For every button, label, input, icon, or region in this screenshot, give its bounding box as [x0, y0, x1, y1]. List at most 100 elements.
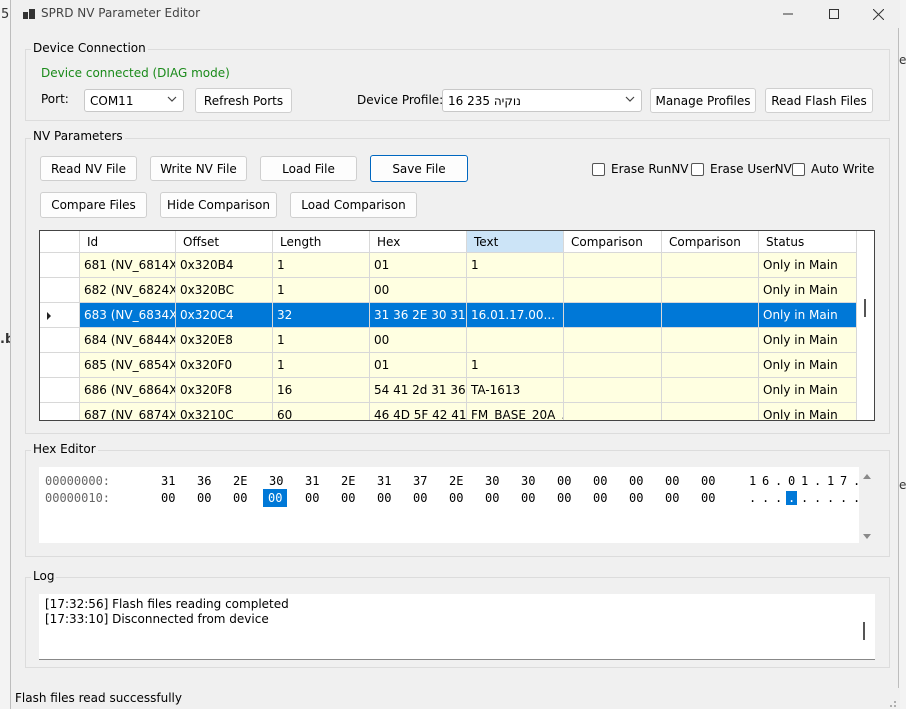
row-header[interactable]	[40, 328, 80, 353]
hex-ascii-char[interactable]: 0	[788, 474, 795, 488]
resize-grip-icon[interactable]	[885, 696, 897, 708]
cell-status[interactable]: Only in Main	[759, 353, 857, 378]
column-header-hex[interactable]: Hex	[370, 231, 467, 253]
cell-hex[interactable]: 00	[370, 278, 467, 303]
cell-comparison-1[interactable]	[564, 403, 662, 420]
cell-comparison-1[interactable]	[564, 378, 662, 403]
log-textbox[interactable]: [17:32:56] Flash files reading completed…	[39, 594, 875, 660]
hex-byte[interactable]: 00	[557, 474, 571, 488]
hex-byte[interactable]: 31	[161, 474, 175, 488]
cell-offset[interactable]: 0x3210C	[176, 403, 273, 420]
cell-length[interactable]: 1	[273, 328, 370, 353]
write-nv-file-button[interactable]: Write NV File	[150, 156, 247, 181]
cell-comparison-2[interactable]	[662, 353, 759, 378]
cell-length[interactable]: 60	[273, 403, 370, 420]
column-header-text[interactable]: Text	[467, 231, 564, 253]
read-flash-files-button[interactable]: Read Flash Files	[765, 88, 873, 113]
refresh-ports-button[interactable]: Refresh Ports	[195, 88, 292, 113]
cell-text[interactable]: 1	[467, 253, 564, 278]
hex-ascii-char[interactable]: .	[762, 491, 769, 505]
hex-ascii-char[interactable]: 1	[801, 474, 808, 488]
cell-hex[interactable]: 46 4D 5F 42 41 ...	[370, 403, 467, 420]
hex-ascii-char[interactable]: 6	[762, 474, 769, 488]
scrollbar-thumb[interactable]	[864, 299, 866, 317]
minimize-button[interactable]	[765, 0, 811, 28]
hex-byte[interactable]: 30	[269, 474, 283, 488]
cell-id[interactable]: 681 (NV_6814X)	[80, 253, 176, 278]
cell-status[interactable]: Only in Main	[759, 278, 857, 303]
hex-ascii-char[interactable]: .	[749, 491, 756, 505]
scrollbar-thumb[interactable]	[863, 622, 865, 640]
hex-byte[interactable]: 00	[629, 474, 643, 488]
hex-byte[interactable]: 00	[629, 491, 643, 505]
hex-byte[interactable]: 30	[521, 474, 535, 488]
hex-ascii-char[interactable]: 1	[827, 474, 834, 488]
cell-offset[interactable]: 0x320F8	[176, 378, 273, 403]
log-scrollbar[interactable]	[855, 594, 875, 658]
hex-byte[interactable]: 2E	[449, 474, 463, 488]
cell-length[interactable]: 1	[273, 253, 370, 278]
cell-comparison-2[interactable]	[662, 253, 759, 278]
read-nv-file-button[interactable]: Read NV File	[40, 156, 137, 181]
row-header[interactable]	[40, 253, 80, 278]
cell-status[interactable]: Only in Main	[759, 378, 857, 403]
cell-text[interactable]: 16.01.17.00...	[467, 303, 564, 328]
hex-byte[interactable]: 00	[521, 491, 535, 505]
cell-text[interactable]: FM_BASE_20A_...	[467, 403, 564, 420]
cell-comparison-1[interactable]	[564, 278, 662, 303]
cell-comparison-1[interactable]	[564, 353, 662, 378]
erase-usernv-checkbox[interactable]: Erase UserNV	[691, 162, 792, 176]
hex-scrollbar[interactable]	[861, 470, 873, 544]
hex-ascii-char[interactable]: .	[827, 491, 834, 505]
cell-length[interactable]: 16	[273, 378, 370, 403]
cell-id[interactable]: 687 (NV_6874X)	[80, 403, 176, 420]
hex-editor-view[interactable]: 00000000: 31 36 2E 30 31 2E 31 37 2E 30 30 00 00 00 00 0…	[39, 467, 860, 543]
hex-byte[interactable]: 00	[377, 491, 391, 505]
hex-ascii-char[interactable]: .	[814, 474, 821, 488]
cell-id[interactable]: 686 (NV_6864X)	[80, 378, 176, 403]
compare-files-button[interactable]: Compare Files	[40, 192, 147, 218]
cell-offset[interactable]: 0x320B4	[176, 253, 273, 278]
hex-byte[interactable]: 00	[593, 474, 607, 488]
cell-hex[interactable]: 54 41 2d 31 36 ...	[370, 378, 467, 403]
hex-ascii-char[interactable]: .	[814, 491, 821, 505]
hex-ascii-char[interactable]: .	[801, 491, 808, 505]
hex-byte[interactable]: 31	[377, 474, 391, 488]
cell-text[interactable]: 1	[467, 353, 564, 378]
hex-byte[interactable]: 00	[701, 491, 715, 505]
hex-byte[interactable]: 00	[665, 474, 679, 488]
load-comparison-button[interactable]: Load Comparison	[290, 192, 417, 218]
close-button[interactable]	[855, 0, 901, 28]
cell-comparison-2[interactable]	[662, 328, 759, 353]
manage-profiles-button[interactable]: Manage Profiles	[650, 88, 756, 113]
hex-byte[interactable]: 00	[413, 491, 427, 505]
erase-runnv-checkbox[interactable]: Erase RunNV	[592, 162, 689, 176]
auto-write-checkbox[interactable]: Auto Write	[792, 162, 874, 176]
cell-length[interactable]: 32	[273, 303, 370, 328]
hex-byte[interactable]: 00	[341, 491, 355, 505]
hex-byte[interactable]: 00	[701, 474, 715, 488]
column-header-comparison-2[interactable]: Comparison	[662, 231, 759, 253]
hex-byte[interactable]: 00	[305, 491, 319, 505]
cell-text[interactable]: TA-1613	[467, 378, 564, 403]
hex-byte[interactable]: 00	[557, 491, 571, 505]
cell-comparison-1[interactable]	[564, 328, 662, 353]
table-vertical-scrollbar[interactable]	[857, 231, 874, 420]
row-header[interactable]	[40, 353, 80, 378]
cell-offset[interactable]: 0x320BC	[176, 278, 273, 303]
hex-byte[interactable]: 00	[449, 491, 463, 505]
hex-byte[interactable]: 00	[263, 489, 288, 507]
cell-text[interactable]	[467, 278, 564, 303]
cell-comparison-2[interactable]	[662, 278, 759, 303]
cell-hex[interactable]: 00	[370, 328, 467, 353]
cell-comparison-1[interactable]	[564, 303, 662, 328]
cell-hex[interactable]: 01	[370, 253, 467, 278]
cell-hex[interactable]: 31 36 2E 30 31 ...	[370, 303, 467, 328]
cell-id[interactable]: 682 (NV_6824X)	[80, 278, 176, 303]
port-select[interactable]: COM11	[84, 89, 184, 112]
cell-status[interactable]: Only in Main	[759, 253, 857, 278]
cell-offset[interactable]: 0x320F0	[176, 353, 273, 378]
cell-comparison-2[interactable]	[662, 378, 759, 403]
hex-byte[interactable]: 00	[665, 491, 679, 505]
column-header-length[interactable]: Length	[273, 231, 370, 253]
